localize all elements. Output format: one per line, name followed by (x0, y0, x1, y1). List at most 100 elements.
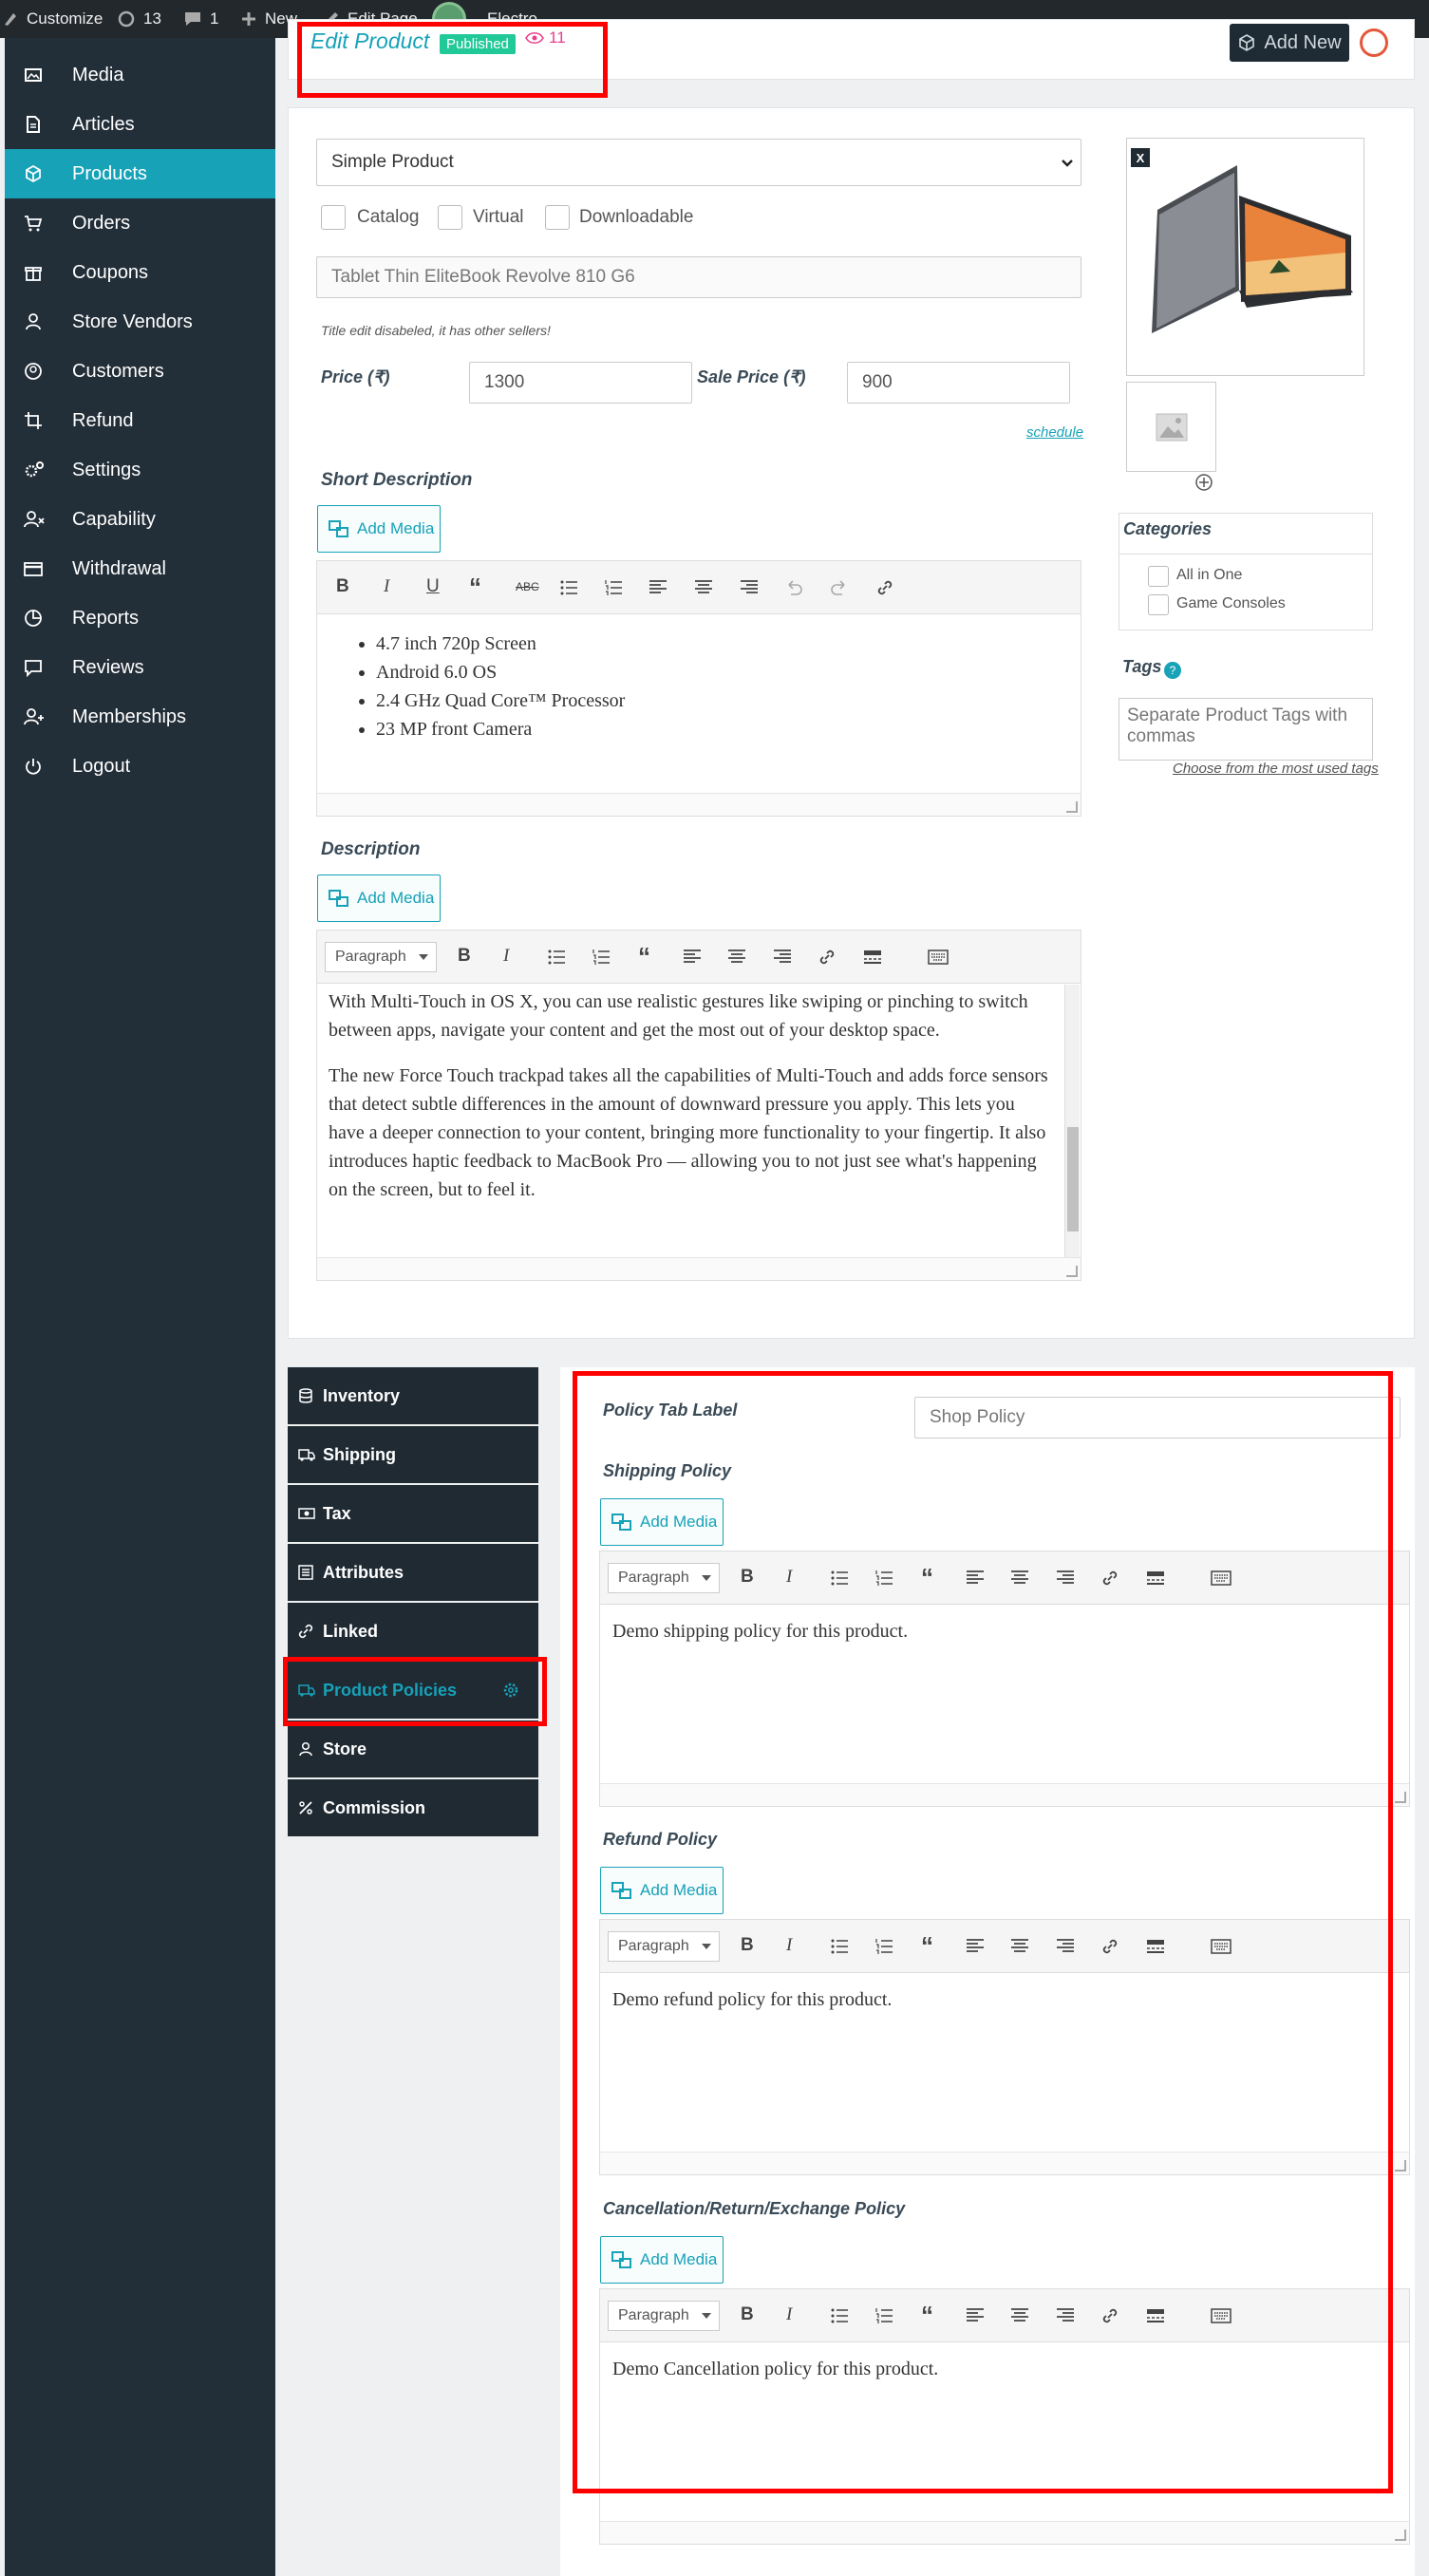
list-item: 23 MP front Camera (376, 715, 625, 743)
tab-attributes[interactable]: Attributes (288, 1544, 538, 1601)
sidebar-item-orders[interactable]: Orders (5, 198, 275, 248)
tab-tax[interactable]: Tax (288, 1485, 538, 1542)
sidebar-item-reports[interactable]: Reports (5, 593, 275, 643)
italic-icon[interactable]: I (503, 946, 509, 967)
user-plus-icon (24, 708, 44, 725)
read-more-icon[interactable] (863, 950, 882, 965)
product-title-input[interactable]: Tablet Thin EliteBook Revolve 810 G6 (316, 256, 1081, 298)
bullet-list-icon[interactable] (548, 950, 565, 965)
editor-statusbar (317, 1257, 1081, 1280)
paragraph-format-select[interactable]: Paragraph (325, 942, 437, 972)
link-icon[interactable] (818, 949, 836, 966)
tags-most-used-link[interactable]: Choose from the most used tags (1173, 761, 1379, 777)
editor-scrollbar[interactable] (1064, 985, 1080, 1258)
sale-price-input[interactable]: 900 (847, 362, 1070, 404)
list-item: Android 6.0 OS (376, 658, 625, 686)
help-icon[interactable]: ? (1164, 662, 1181, 679)
add-media-button-short[interactable]: Add Media (317, 505, 441, 553)
resize-handle[interactable] (1395, 1792, 1406, 1803)
undo-icon[interactable] (785, 580, 802, 595)
price-input[interactable]: 1300 (469, 362, 692, 404)
resize-handle[interactable] (1066, 1266, 1078, 1277)
tab-store[interactable]: Store (288, 1720, 538, 1777)
quote-icon[interactable]: “ (469, 573, 481, 602)
category-checkbox-game-consoles[interactable] (1148, 594, 1169, 615)
align-right-icon[interactable] (774, 950, 791, 965)
image-placeholder-icon (1156, 413, 1187, 441)
keyboard-icon[interactable] (928, 950, 949, 965)
underline-icon[interactable]: U (426, 576, 440, 597)
editor-toolbar: B I U “ ABC (317, 561, 1081, 614)
editor-statusbar (317, 793, 1081, 816)
tags-input[interactable]: Separate Product Tags with commas (1119, 698, 1373, 761)
cube-icon (1239, 34, 1255, 51)
add-media-button-description[interactable]: Add Media (317, 874, 441, 922)
product-tabs: Inventory Shipping Tax Attributes Linked… (288, 1367, 538, 1838)
sidebar-item-media[interactable]: Media (5, 50, 275, 100)
user-x-icon (24, 511, 45, 528)
sidebar-item-capability[interactable]: Capability (5, 495, 275, 544)
align-center-icon[interactable] (695, 580, 712, 595)
sidebar-item-memberships[interactable]: Memberships (5, 692, 275, 742)
quote-icon[interactable]: “ (638, 942, 650, 971)
sidebar-item-withdrawal[interactable]: Withdrawal (5, 544, 275, 593)
category-checkbox-all-in-one[interactable] (1148, 566, 1169, 587)
refresh-icon (118, 10, 135, 28)
italic-icon[interactable]: I (384, 576, 389, 597)
strikethrough-icon[interactable]: ABC (516, 580, 539, 593)
resize-handle[interactable] (1395, 2160, 1406, 2172)
sidebar-item-refund[interactable]: Refund (5, 396, 275, 445)
downloadable-checkbox[interactable] (545, 205, 570, 230)
featured-image[interactable]: X (1126, 138, 1364, 376)
sidebar-item-settings[interactable]: Settings (5, 445, 275, 495)
align-left-icon[interactable] (649, 580, 667, 595)
align-left-icon[interactable] (684, 950, 701, 965)
sidebar-item-reviews[interactable]: Reviews (5, 643, 275, 692)
database-icon (299, 1388, 312, 1403)
add-new-button[interactable]: Add New (1230, 24, 1349, 62)
sidebar-item-coupons[interactable]: Coupons (5, 248, 275, 297)
catalog-checkbox[interactable] (321, 205, 346, 230)
sidebar-item-logout[interactable]: Logout (5, 742, 275, 791)
link-icon[interactable] (876, 579, 893, 596)
user-icon (299, 1741, 312, 1757)
add-gallery-icon[interactable] (1194, 473, 1213, 492)
comments-link[interactable]: 1 (183, 0, 218, 38)
short-description-editor[interactable]: B I U “ ABC 4.7 inch 720p Screen Android… (316, 560, 1081, 817)
sidebar-item-store-vendors[interactable]: Store Vendors (5, 297, 275, 347)
tab-shipping[interactable]: Shipping (288, 1426, 538, 1483)
plus-icon (242, 12, 255, 26)
gallery-image-placeholder[interactable] (1126, 382, 1216, 472)
numbered-list-icon[interactable] (592, 950, 610, 965)
media-icon (329, 520, 348, 537)
bullet-list-icon[interactable] (560, 580, 577, 595)
tab-inventory[interactable]: Inventory (288, 1367, 538, 1424)
bold-icon[interactable]: B (458, 946, 471, 967)
tab-linked[interactable]: Linked (288, 1603, 538, 1660)
numbered-list-icon[interactable] (605, 580, 622, 595)
pie-chart-icon (25, 610, 42, 627)
updates-link[interactable]: 13 (117, 0, 161, 38)
sidebar-item-customers[interactable]: Customers (5, 347, 275, 396)
scrollbar-thumb[interactable] (1067, 1127, 1079, 1232)
align-right-icon[interactable] (741, 580, 758, 595)
tab-commission[interactable]: Commission (288, 1779, 538, 1836)
chevron-down-icon (1062, 160, 1073, 167)
redo-icon[interactable] (831, 580, 848, 595)
align-center-icon[interactable] (728, 950, 745, 965)
customize-link[interactable]: Customize (2, 0, 103, 38)
tablet-image (1127, 139, 1363, 375)
remove-image-button[interactable]: X (1131, 148, 1150, 167)
schedule-link[interactable]: schedule (1026, 424, 1083, 441)
sidebar-item-articles[interactable]: Articles (5, 100, 275, 149)
description-editor[interactable]: Paragraph B I “ With Multi-Touch in OS X… (316, 930, 1081, 1281)
product-type-select[interactable]: Simple Product (316, 139, 1081, 186)
sidebar-item-products[interactable]: Products (5, 149, 275, 198)
resize-handle[interactable] (1395, 2529, 1406, 2541)
bold-icon[interactable]: B (336, 576, 349, 597)
virtual-checkbox[interactable] (438, 205, 462, 230)
document-icon (27, 116, 40, 133)
resize-handle[interactable] (1066, 801, 1078, 813)
brush-icon (5, 13, 16, 26)
wcfm-logo (1360, 28, 1388, 57)
